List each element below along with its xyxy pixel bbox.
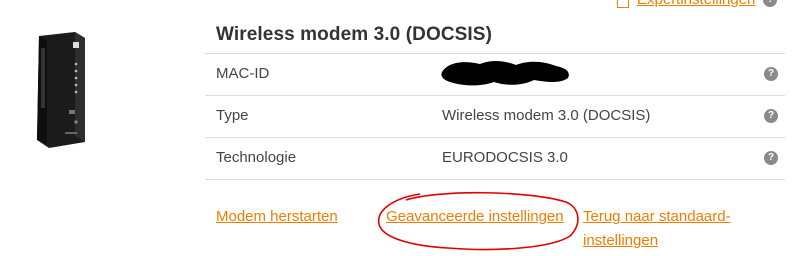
external-window-icon xyxy=(617,0,629,8)
info-row-technology: Technologie EURODOCSIS 3.0 ? xyxy=(205,138,785,180)
technology-value: EURODOCSIS 3.0 xyxy=(442,149,568,166)
red-circle-annotation xyxy=(378,191,579,251)
restart-modem-link[interactable]: Modem herstarten xyxy=(216,205,338,229)
expert-settings-link-container: Expertinstellingen ? xyxy=(617,0,778,8)
type-label: Type xyxy=(216,107,249,124)
technology-label: Technologie xyxy=(216,149,297,166)
info-row-type: Type Wireless modem 3.0 (DOCSIS) ? xyxy=(205,96,785,138)
reset-to-defaults-link[interactable]: Terug naar standaard-instellingen xyxy=(583,205,753,253)
expert-settings-link[interactable]: Expertinstellingen xyxy=(637,0,755,8)
help-icon[interactable]: ? xyxy=(764,109,778,123)
help-icon[interactable]: ? xyxy=(763,0,778,7)
mac-id-label: MAC-ID xyxy=(216,65,270,82)
modem-device-image xyxy=(37,32,85,148)
help-icon[interactable]: ? xyxy=(764,67,778,81)
help-icon[interactable]: ? xyxy=(764,151,778,165)
device-title: Wireless modem 3.0 (DOCSIS) xyxy=(216,24,493,45)
type-value: Wireless modem 3.0 (DOCSIS) xyxy=(442,107,651,124)
mac-id-redaction xyxy=(441,61,569,86)
